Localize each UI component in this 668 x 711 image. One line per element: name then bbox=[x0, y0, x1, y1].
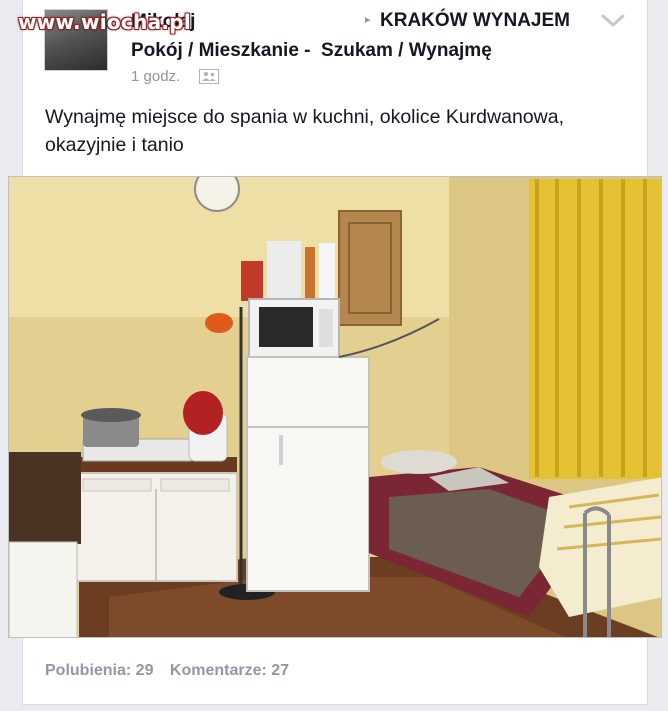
post-text: Wynajmę miejsce do spania w kuchni, okol… bbox=[45, 106, 564, 156]
chevron-down-icon[interactable] bbox=[600, 12, 626, 30]
triangle-right-icon: ▸ bbox=[365, 14, 371, 26]
post-photo[interactable] bbox=[8, 176, 662, 638]
group-name[interactable]: KRAKÓW WYNAJEM bbox=[380, 10, 570, 32]
group-name-continued[interactable]: Pokój / Mieszkanie - Szukam / Wynajmę bbox=[131, 40, 492, 62]
post-stats: Polubienia: 29 Komentarze: 27 bbox=[45, 662, 301, 680]
likes-count[interactable]: Polubienia: 29 bbox=[45, 662, 153, 679]
post-timestamp[interactable]: 1 godz. bbox=[131, 68, 180, 85]
kitchen-photo bbox=[9, 177, 661, 637]
group-privacy-icon bbox=[199, 69, 219, 84]
card-separator bbox=[22, 704, 648, 711]
comments-count[interactable]: Komentarze: 27 bbox=[170, 662, 289, 679]
watermark: www.wiocha.pl bbox=[18, 10, 192, 34]
